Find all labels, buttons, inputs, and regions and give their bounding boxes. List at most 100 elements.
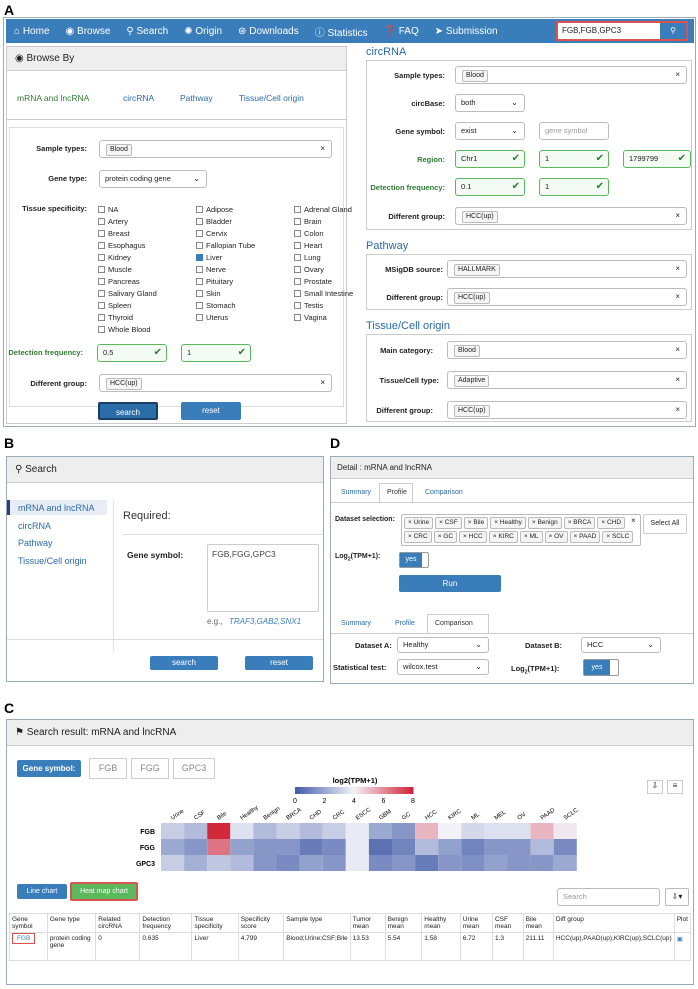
- checkbox-icon[interactable]: [98, 230, 105, 237]
- checkbox-icon[interactable]: [196, 302, 203, 309]
- tissue-checkbox-whole-blood[interactable]: Whole Blood: [98, 325, 151, 334]
- tissue-checkbox-vagina[interactable]: Vagina: [294, 313, 327, 322]
- menu-mrna[interactable]: mRNA and lncRNA: [18, 503, 95, 513]
- tab-tissue[interactable]: Tissue/Cell origin: [239, 93, 304, 103]
- checkbox-icon[interactable]: [98, 302, 105, 309]
- checkbox-icon[interactable]: [196, 278, 203, 285]
- column-header[interactable]: Specificity score: [237, 913, 285, 933]
- gene-symbol-textarea[interactable]: FGB,FGG,GPC3: [207, 544, 319, 612]
- checkbox-icon[interactable]: [294, 314, 301, 321]
- checkbox-icon[interactable]: [196, 314, 203, 321]
- tissue-checkbox-fallopian-tube[interactable]: Fallopian Tube: [196, 241, 255, 250]
- reset-button[interactable]: reset: [181, 402, 241, 420]
- dataset-tag[interactable]: × PAAD: [569, 531, 601, 543]
- dataset-tag[interactable]: × CSF: [435, 517, 462, 529]
- detail-tab-summary[interactable]: Summary: [341, 489, 371, 496]
- msigdb-select[interactable]: HALLMARK ×: [447, 260, 687, 278]
- dataset-tag[interactable]: × HCC: [459, 531, 487, 543]
- main-category-select[interactable]: Blood ×: [447, 341, 687, 359]
- dataset-tag[interactable]: × OV: [544, 531, 568, 543]
- tissue-checkbox-na[interactable]: NA: [98, 205, 118, 214]
- detail-tab-comparison[interactable]: Comparison: [425, 489, 463, 496]
- search-icon[interactable]: ⚲: [660, 23, 686, 39]
- tissue-checkbox-lung[interactable]: Lung: [294, 253, 321, 262]
- circ-det-min[interactable]: 0.1 ✔: [455, 178, 525, 196]
- tissue-checkbox-cervix[interactable]: Cervix: [196, 229, 227, 238]
- tissue-checkbox-bladder[interactable]: Bladder: [196, 217, 232, 226]
- checkbox-icon[interactable]: [98, 278, 105, 285]
- nav-search-box[interactable]: FGB,FGB,GPC3 ⚲: [556, 21, 688, 41]
- cell-type-select[interactable]: Adaptive ×: [447, 371, 687, 389]
- line-chart-button[interactable]: Line chart: [17, 884, 67, 899]
- checkbox-icon[interactable]: [294, 290, 301, 297]
- dataset-tag[interactable]: × CRC: [404, 531, 432, 543]
- checkbox-icon[interactable]: [294, 218, 301, 225]
- checkbox-icon[interactable]: [294, 266, 301, 273]
- nav-submission[interactable]: ➤ Submission: [435, 26, 498, 37]
- detection-max-input[interactable]: 1 ✔: [181, 344, 251, 362]
- tissue-checkbox-testis[interactable]: Testis: [294, 301, 323, 310]
- b-search-button[interactable]: search: [150, 656, 218, 670]
- checkbox-icon[interactable]: [98, 314, 105, 321]
- gene-type-select[interactable]: protein coding gene ⌄: [99, 170, 207, 188]
- dataset-tag[interactable]: × SCLC: [602, 531, 634, 543]
- tissue-checkbox-prostate[interactable]: Prostate: [294, 277, 332, 286]
- tissue-checkbox-liver[interactable]: Liver: [196, 253, 222, 262]
- dataset-tag[interactable]: × Healthy: [490, 517, 526, 529]
- dataset-tag[interactable]: × GC: [433, 531, 458, 543]
- checkbox-icon[interactable]: [294, 206, 301, 213]
- nav-search-input[interactable]: FGB,FGB,GPC3: [558, 23, 660, 39]
- tissue-checkbox-pituitary[interactable]: Pituitary: [196, 277, 233, 286]
- dataset-clear-icon[interactable]: ×: [631, 516, 636, 525]
- dataset-tag[interactable]: × Urine: [404, 517, 434, 529]
- circ-det-max[interactable]: 1 ✔: [539, 178, 609, 196]
- column-header[interactable]: Detection frequency: [139, 913, 193, 933]
- tissue-checkbox-small-intestine[interactable]: Small Intestine: [294, 289, 353, 298]
- tab-mrna[interactable]: mRNA and lncRNA: [17, 93, 89, 103]
- circ-gene-input[interactable]: gene symbol: [539, 122, 609, 140]
- table-cell-gene[interactable]: FGB: [9, 932, 48, 961]
- column-header[interactable]: Sample type: [283, 913, 351, 933]
- statistical-test-select[interactable]: wilcox.test ⌄: [397, 659, 489, 675]
- region-start-input[interactable]: 1 ✔: [539, 150, 609, 168]
- column-header[interactable]: Related circRNA: [95, 913, 141, 933]
- run-button[interactable]: Run: [399, 575, 501, 592]
- nav-browse[interactable]: ◉ Browse: [66, 26, 111, 37]
- checkbox-icon[interactable]: [98, 254, 105, 261]
- log-toggle[interactable]: yes: [399, 552, 429, 568]
- column-header[interactable]: Benign mean: [384, 913, 423, 933]
- tissue-checkbox-esophagus[interactable]: Esophagus: [98, 241, 146, 250]
- dataset-tag[interactable]: × Benign: [527, 517, 562, 529]
- dataset-tag[interactable]: × KIRC: [488, 531, 518, 543]
- nav-origin[interactable]: ✺ Origin: [184, 26, 222, 37]
- checkbox-icon[interactable]: [98, 326, 105, 333]
- menu-circrna[interactable]: circRNA: [18, 521, 51, 531]
- tissue-checkbox-kidney[interactable]: Kidney: [98, 253, 131, 262]
- detail-tab-profile[interactable]: Profile: [387, 489, 407, 496]
- clear-icon[interactable]: ×: [320, 141, 325, 157]
- tissue-checkbox-salivary-gland[interactable]: Salivary Gland: [98, 289, 157, 298]
- dataset-tag[interactable]: × ML: [519, 531, 543, 543]
- nav-downloads[interactable]: ⊛ Downloads: [238, 26, 299, 37]
- sample-types-select[interactable]: Blood ×: [99, 140, 332, 158]
- checkbox-icon[interactable]: [196, 254, 203, 261]
- column-header[interactable]: Diff group: [552, 913, 675, 933]
- search-button[interactable]: search: [98, 402, 158, 420]
- column-header[interactable]: Healthy mean: [421, 913, 461, 933]
- nav-home[interactable]: ⌂ Home: [14, 26, 50, 37]
- checkbox-icon[interactable]: [196, 218, 203, 225]
- nav-faq[interactable]: ❓ FAQ: [384, 26, 419, 37]
- tissue-diff-select[interactable]: HCC(up) ×: [447, 401, 687, 419]
- export-icon[interactable]: ⇩▾: [665, 888, 689, 906]
- select-all-button[interactable]: Select All: [643, 514, 687, 534]
- checkbox-icon[interactable]: [98, 206, 105, 213]
- checkbox-icon[interactable]: [294, 278, 301, 285]
- checkbox-icon[interactable]: [196, 266, 203, 273]
- checkbox-icon[interactable]: [294, 242, 301, 249]
- different-group-select[interactable]: HCC(up) ×: [99, 374, 332, 392]
- tab-pathway[interactable]: Pathway: [180, 93, 213, 103]
- menu-pathway[interactable]: Pathway: [18, 538, 53, 548]
- tissue-checkbox-pancreas[interactable]: Pancreas: [98, 277, 140, 286]
- checkbox-icon[interactable]: [196, 206, 203, 213]
- dataset-a-select[interactable]: Healthy ⌄: [397, 637, 489, 653]
